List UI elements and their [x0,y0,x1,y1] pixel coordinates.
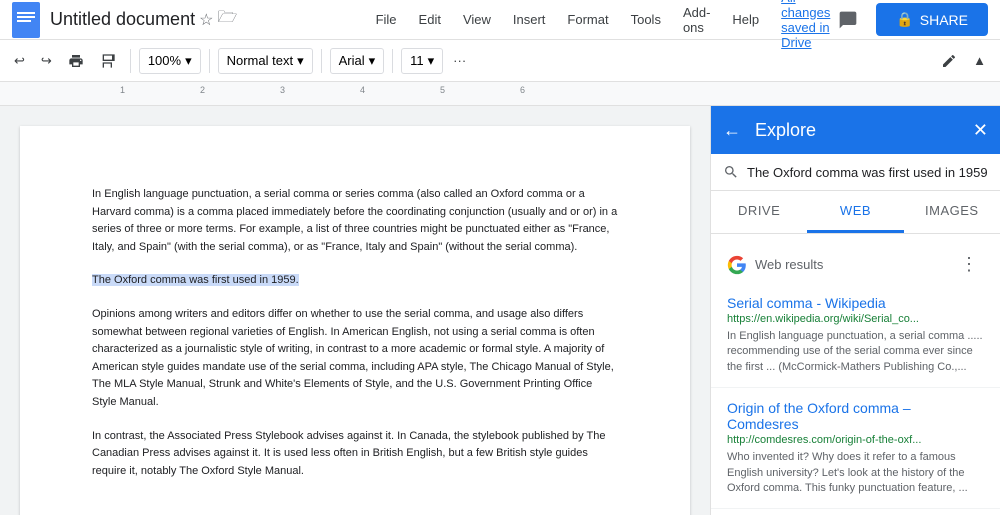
menu-addons[interactable]: Add-ons [673,0,720,41]
result-title-1[interactable]: Serial comma - Wikipedia [727,295,984,311]
pencil-button[interactable] [935,49,963,73]
menu-help[interactable]: Help [722,6,769,33]
document-area[interactable]: In English language punctuation, a seria… [0,106,710,515]
ruler-mark-6: 6 [520,85,525,95]
result-snippet-2: Who invented it? Why does it refer to a … [727,450,984,496]
text-style-value: Normal text [227,53,293,68]
ruler: 1 2 3 4 5 6 [0,82,1000,106]
font-size-dropdown[interactable]: 11 ▾ [401,48,443,74]
zoom-value: 100% [148,53,181,68]
more-options-icon: ··· [453,53,466,68]
web-results-header: Web results ⋮ [711,242,1000,283]
result-card-2: Origin of the Oxford comma – Comdesres h… [711,388,1000,509]
doc-icon [12,2,40,38]
tab-web[interactable]: WEB [807,191,903,233]
separator-1 [130,49,131,73]
paragraph-2: Opinions among writers and editors diffe… [92,306,618,412]
undo-button[interactable]: ↩ [8,49,31,73]
highlighted-paragraph: The Oxford comma was first used in 1959. [92,272,618,290]
text-style-dropdown[interactable]: Normal text ▾ [218,48,313,74]
explore-close-button[interactable]: ✕ [973,120,988,141]
explore-header: ← Explore ✕ [711,106,1000,154]
results-menu-button[interactable]: ⋮ [954,252,984,277]
explore-search-input[interactable] [747,165,988,180]
redo-icon: ↪ [41,53,52,69]
main-layout: In English language punctuation, a seria… [0,106,1000,515]
font-value: Arial [339,53,365,68]
font-size-arrow: ▾ [428,53,435,69]
font-arrow: ▾ [369,53,376,69]
pencil-icon [941,53,957,69]
more-options-button[interactable]: ··· [447,49,472,72]
result-title-2[interactable]: Origin of the Oxford comma – Comdesres [727,400,984,432]
zoom-dropdown[interactable]: 100% ▾ [139,48,201,74]
results-area: Web results ⋮ Serial comma - Wikipedia h… [711,234,1000,515]
google-logo [727,255,747,275]
star-icon[interactable]: ☆ [199,10,213,30]
result-snippet-1: In English language punctuation, a seria… [727,329,984,375]
search-icon [723,164,739,180]
save-status: All changes saved in Drive [781,0,830,50]
tab-images[interactable]: IMAGES [904,191,1000,233]
header-right: 🔒 SHARE [830,2,988,38]
collapse-toolbar-button[interactable]: ▲ [967,49,992,72]
explore-back-button[interactable]: ← [723,120,741,141]
paint-format-icon [100,53,116,69]
folder-icon[interactable]: 🗁 [217,6,237,33]
explore-title: Explore [755,120,973,141]
zoom-arrow: ▾ [185,53,192,69]
ruler-content: 1 2 3 4 5 6 [0,82,1000,105]
doc-page: In English language punctuation, a seria… [20,126,690,515]
paragraph-3: In contrast, the Associated Press Styleb… [92,428,618,481]
title-info: Untitled document ☆ 🗁 [50,6,366,33]
title-bar: Untitled document ☆ 🗁 File Edit View Ins… [0,0,1000,40]
font-dropdown[interactable]: Arial ▾ [330,48,385,74]
separator-2 [209,49,210,73]
collapse-icon: ▲ [973,53,986,68]
result-card-1: Serial comma - Wikipedia https://en.wiki… [711,283,1000,388]
menu-edit[interactable]: Edit [409,6,451,33]
explore-search-bar [711,154,1000,191]
ruler-mark-4: 4 [360,85,365,95]
comment-button[interactable] [830,2,866,38]
web-results-label: Web results [755,257,954,272]
result-url-2: http://comdesres.com/origin-of-the-oxf..… [727,434,984,446]
doc-title: Untitled document [50,9,195,30]
menu-file[interactable]: File [366,6,407,33]
menu-tools[interactable]: Tools [621,6,671,33]
result-url-1: https://en.wikipedia.org/wiki/Serial_co.… [727,313,984,325]
explore-panel: ← Explore ✕ DRIVE WEB IMAGES Web results [710,106,1000,515]
print-button[interactable] [62,49,90,73]
font-size-value: 11 [410,53,424,68]
highlighted-text: The Oxford comma was first used in 1959. [92,274,299,286]
menu-format[interactable]: Format [557,6,618,33]
paragraph-1: In English language punctuation, a seria… [92,186,618,256]
paint-format-button[interactable] [94,49,122,73]
undo-icon: ↩ [14,53,25,69]
share-button[interactable]: 🔒 SHARE [876,3,988,36]
tab-drive[interactable]: DRIVE [711,191,807,233]
ruler-mark-2: 2 [200,85,205,95]
separator-4 [392,49,393,73]
text-style-arrow: ▾ [297,53,304,69]
menu-insert[interactable]: Insert [503,6,556,33]
ruler-mark-3: 3 [280,85,285,95]
ruler-mark-1: 1 [120,85,125,95]
redo-button[interactable]: ↪ [35,49,58,73]
menu-bar: File Edit View Insert Format Tools Add-o… [366,0,831,50]
print-icon [68,53,84,69]
lock-icon: 🔒 [896,11,913,28]
explore-tabs: DRIVE WEB IMAGES [711,191,1000,234]
share-label: SHARE [920,12,968,28]
menu-view[interactable]: View [453,6,501,33]
ruler-mark-5: 5 [440,85,445,95]
separator-3 [321,49,322,73]
